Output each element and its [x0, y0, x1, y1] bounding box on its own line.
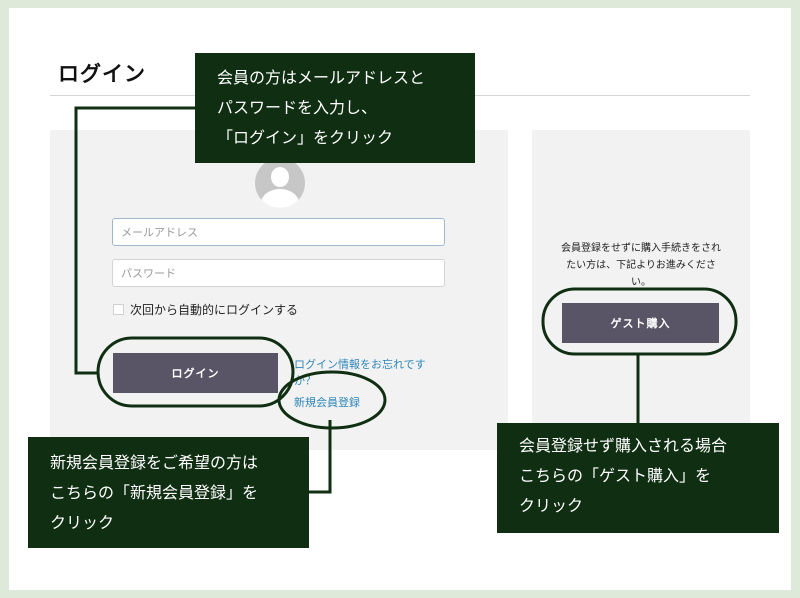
password-input[interactable] [112, 259, 445, 287]
callout-line: クリック [50, 513, 115, 532]
callout-line: 会員登録せず購入される場合 [519, 436, 728, 455]
callout-line: 「ログイン」をクリック [217, 128, 394, 147]
remember-checkbox[interactable] [113, 304, 124, 315]
guest-purchase-button[interactable]: ゲスト購入 [562, 303, 719, 343]
guest-callout: 会員登録せず購入される場合 こちらの「ゲスト購入」を クリック [497, 423, 779, 533]
callout-line: こちらの「ゲスト購入」を [519, 466, 712, 485]
user-avatar-icon [255, 158, 305, 208]
page-title: ログイン [58, 61, 146, 86]
callout-line: パスワードを入力し、 [217, 98, 378, 117]
register-callout: 新規会員登録をご希望の方は こちらの「新規会員登録」を クリック [28, 437, 309, 548]
register-link[interactable]: 新規会員登録 [294, 394, 360, 410]
avatar-head [271, 167, 289, 187]
remember-me[interactable]: 次回から自動的にログインする [113, 301, 298, 318]
callout-line: クリック [519, 496, 584, 515]
callout-line: 会員の方はメールアドレスと [217, 68, 426, 87]
avatar-shoulders [261, 189, 299, 208]
remember-label: 次回から自動的にログインする [130, 303, 299, 317]
callout-line: こちらの「新規会員登録」を [50, 483, 259, 502]
callout-line: 新規会員登録をご希望の方は [50, 453, 259, 472]
forgot-password-link[interactable]: ログイン情報をお忘れですか？ [294, 357, 444, 389]
login-button[interactable]: ログイン [113, 353, 278, 393]
guest-description: 会員登録をせずに購入手続きをされたい方は、下記よりお進みください。 [561, 243, 721, 288]
email-input[interactable] [112, 218, 445, 246]
login-callout: 会員の方はメールアドレスと パスワードを入力し、 「ログイン」をクリック [195, 53, 475, 163]
